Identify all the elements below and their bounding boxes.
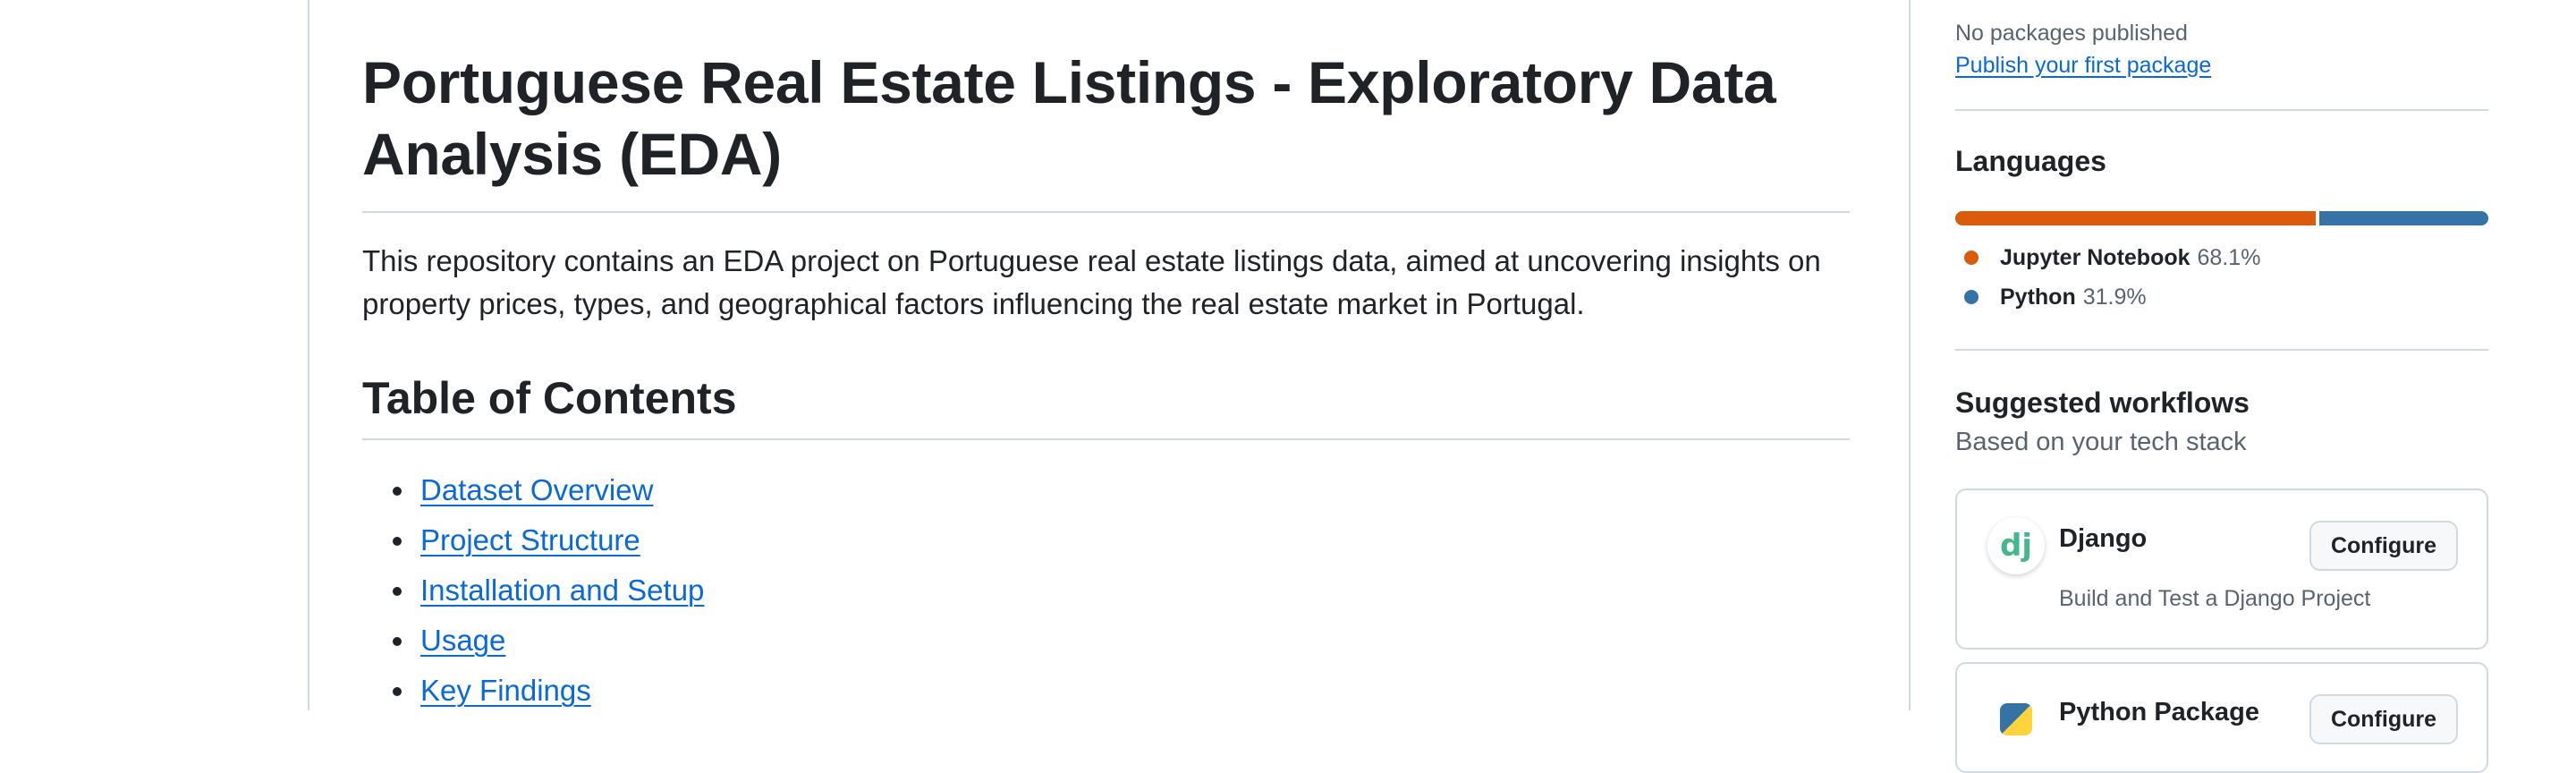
language-percent: 68.1% [2197, 244, 2261, 270]
workflow-description: Build and Test a Django Project [2059, 586, 2371, 611]
toc-list: Dataset Overview Project Structure Insta… [362, 465, 704, 716]
configure-button[interactable]: Configure [2309, 521, 2458, 571]
workflows-heading: Suggested workflows [1955, 386, 2250, 419]
language-item-python[interactable]: Python 31.9% [1964, 279, 2147, 315]
toc-item: Key Findings [362, 666, 704, 716]
toc-link-dataset-overview[interactable]: Dataset Overview [420, 473, 653, 506]
language-name: Python [2000, 284, 2076, 310]
workflows-subheading: Based on your tech stack [1955, 428, 2247, 456]
workflow-name: Python Package [2059, 698, 2260, 726]
language-name: Jupyter Notebook [2000, 244, 2190, 270]
workflow-card-python-package: Python Package Configure [1955, 662, 2488, 773]
toc-link-project-structure[interactable]: Project Structure [420, 523, 640, 556]
language-bar-jupyter-notebook [1955, 211, 2317, 225]
sidebar-divider [1909, 0, 1911, 710]
language-percent: 31.9% [2082, 284, 2147, 310]
toc-heading: Table of Contents [362, 373, 737, 423]
workflow-name: Django [2059, 524, 2148, 553]
packages-status: No packages published [1955, 21, 2188, 46]
toc-divider [362, 438, 1850, 440]
toc-item: Usage [362, 616, 704, 666]
toc-link-installation-setup[interactable]: Installation and Setup [420, 573, 704, 607]
django-logo-icon: dj [1987, 517, 2045, 574]
toc-link-key-findings[interactable]: Key Findings [420, 674, 591, 707]
title-divider [362, 211, 1850, 213]
language-bar-python [2319, 211, 2488, 225]
packages-divider [1955, 109, 2488, 111]
languages-divider [1955, 349, 2488, 351]
language-color-dot [1964, 290, 1979, 304]
toc-item: Project Structure [362, 515, 704, 565]
workflow-card-django: dj Django Configure Build and Test a Dja… [1955, 488, 2488, 650]
toc-item: Dataset Overview [362, 465, 704, 515]
left-border [308, 0, 309, 710]
python-logo-icon [2000, 703, 2032, 735]
language-color-dot [1964, 251, 1979, 265]
languages-heading: Languages [1955, 145, 2106, 177]
configure-button[interactable]: Configure [2309, 694, 2458, 744]
publish-package-link[interactable]: Publish your first package [1955, 50, 2211, 81]
languages-bar [1955, 211, 2488, 225]
readme-description: This repository contains an EDA project … [362, 244, 1821, 320]
toc-link-usage[interactable]: Usage [420, 624, 505, 657]
language-item-jupyter-notebook[interactable]: Jupyter Notebook 68.1% [1964, 240, 2260, 276]
toc-item: Installation and Setup [362, 565, 704, 616]
readme-title: Portuguese Real Estate Listings - Explor… [362, 49, 1776, 187]
